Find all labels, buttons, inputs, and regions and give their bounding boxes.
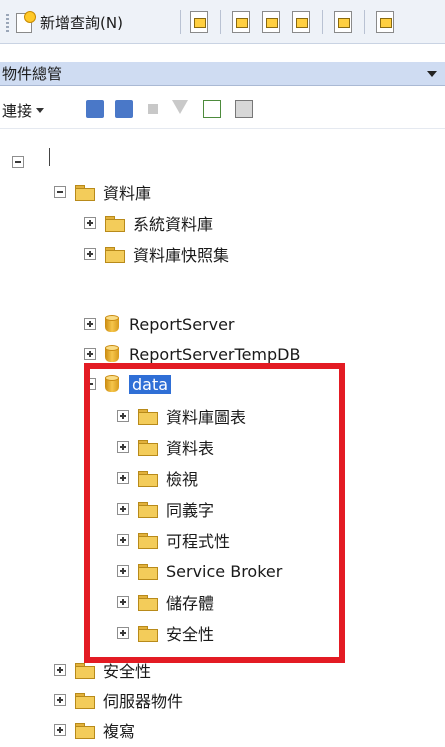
expand-icon[interactable] [54, 664, 66, 676]
tree-node-databases[interactable]: 資料庫 [54, 180, 151, 204]
open-file-icon [376, 11, 394, 33]
query-doc-icon [190, 11, 208, 33]
folder-icon [75, 722, 95, 739]
panel-title: 物件總管 [2, 65, 63, 83]
collapse-icon[interactable] [12, 156, 24, 168]
expand-icon[interactable] [84, 348, 96, 360]
chevron-down-icon [36, 108, 45, 113]
node-label: 複寫 [103, 722, 136, 741]
database-icon [105, 345, 119, 363]
folder-icon [75, 692, 95, 709]
refresh-icon[interactable] [203, 100, 221, 118]
tree-node-snapshots[interactable]: 資料庫快照集 [84, 242, 229, 266]
folder-icon [105, 246, 125, 263]
toolbar-separator [322, 10, 323, 34]
tree-node-system-databases[interactable]: 系統資料庫 [84, 211, 213, 235]
stop-icon[interactable] [148, 104, 158, 114]
expand-icon[interactable] [54, 724, 66, 736]
xmla-query-icon [292, 11, 310, 33]
compact-edition-query-button[interactable] [334, 10, 352, 34]
node-label: 資料庫 [103, 184, 152, 203]
folder-icon [75, 662, 95, 679]
highlight-box [84, 363, 345, 663]
xmla-query-button[interactable] [292, 10, 310, 34]
new-query-button[interactable]: 新增查詢(N) [16, 10, 123, 34]
dmx-query-icon [262, 11, 280, 33]
window-position-dropdown-icon[interactable] [427, 71, 437, 77]
connect-button[interactable]: 連接 [2, 100, 45, 121]
node-label: 資料庫快照集 [133, 246, 230, 265]
tree-node-replication[interactable]: 複寫 [54, 718, 135, 742]
filter-icon[interactable] [172, 100, 188, 114]
toolbar-separator [220, 10, 221, 34]
toolbar-separator [364, 10, 365, 34]
main-toolbar: 新增查詢(N) [0, 0, 445, 44]
dmx-query-button[interactable] [262, 10, 280, 34]
node-label: 伺服器物件 [103, 692, 184, 711]
explorer-toolbar: 連接 [0, 90, 445, 129]
collapse-icon[interactable] [54, 186, 66, 198]
node-label: 系統資料庫 [133, 215, 214, 234]
node-label: ReportServerTempDB [129, 344, 301, 364]
database-engine-query-button[interactable] [190, 10, 208, 34]
expand-icon[interactable] [84, 217, 96, 229]
object-explorer-titlebar: 物件總管 [0, 62, 445, 86]
toolbar-separator [180, 10, 181, 34]
node-label: ReportServer [129, 314, 235, 334]
open-file-button[interactable] [376, 10, 394, 34]
compact-query-icon [334, 11, 352, 33]
new-query-icon [16, 11, 36, 33]
database-icon [105, 315, 119, 333]
expand-icon[interactable] [84, 248, 96, 260]
tree-root[interactable] [12, 150, 33, 174]
expand-icon[interactable] [84, 318, 96, 330]
expand-icon[interactable] [54, 694, 66, 706]
new-query-label: 新增查詢(N) [40, 13, 123, 32]
folder-icon [105, 215, 125, 232]
toolbar-grip[interactable] [6, 14, 9, 34]
disconnect-icon[interactable] [115, 100, 133, 118]
folder-icon [75, 184, 95, 201]
connect-label: 連接 [2, 102, 33, 120]
mdx-query-icon [232, 11, 250, 33]
activity-monitor-icon[interactable] [235, 100, 253, 118]
tree-node-server-objects[interactable]: 伺服器物件 [54, 688, 183, 712]
tree-node-reportserver[interactable]: ReportServer [84, 312, 235, 336]
mdx-query-button[interactable] [232, 10, 250, 34]
text-cursor [49, 148, 50, 166]
connect-object-explorer-icon[interactable] [86, 100, 104, 118]
